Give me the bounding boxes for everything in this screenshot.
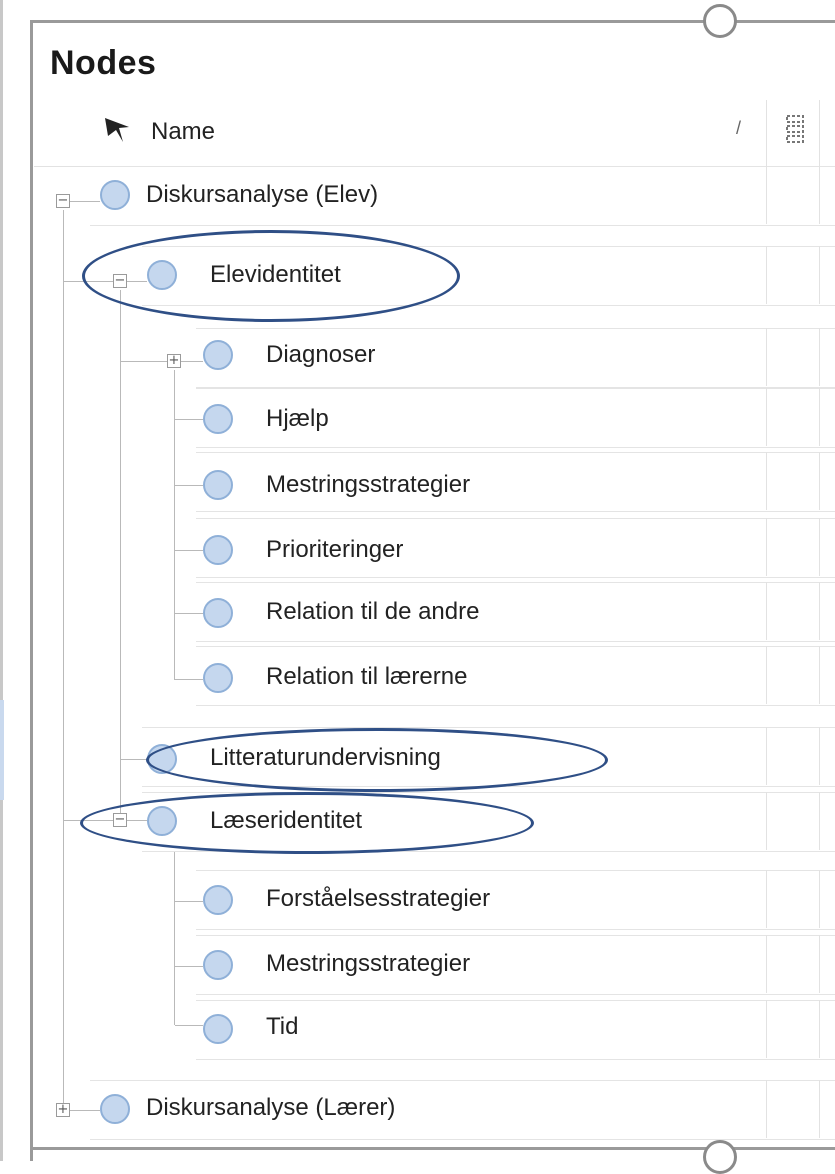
node-icon bbox=[147, 806, 177, 836]
node-icon bbox=[100, 1094, 130, 1124]
tree-line bbox=[174, 835, 175, 1025]
node-icon bbox=[100, 180, 130, 210]
collapse-icon[interactable]: − bbox=[113, 274, 127, 288]
tree-line bbox=[63, 210, 64, 1110]
tree-item-label: Forståelsesstrategier bbox=[266, 885, 491, 912]
node-icon bbox=[203, 598, 233, 628]
node-icon bbox=[203, 340, 233, 370]
column-header: Name / bbox=[34, 100, 835, 167]
pin-icon[interactable] bbox=[102, 114, 132, 144]
tree-item-label: Diagnoser bbox=[266, 341, 376, 368]
tree-item-label: Mestringsstrategier bbox=[266, 950, 471, 977]
tree-line bbox=[174, 370, 175, 680]
tree-item-label: Litteraturundervisning bbox=[210, 744, 441, 771]
node-icon bbox=[203, 404, 233, 434]
node-icon bbox=[203, 663, 233, 693]
nodes-panel: Nodes Name / − Diskursanalyse (Elev) − E… bbox=[0, 0, 835, 1174]
node-icon bbox=[147, 744, 177, 774]
tree-item-label: Elevidentitet bbox=[210, 261, 341, 288]
name-column-header[interactable]: Name bbox=[151, 117, 215, 147]
expand-icon[interactable]: + bbox=[56, 1103, 70, 1117]
expand-icon[interactable]: + bbox=[167, 354, 181, 368]
files-icon[interactable] bbox=[784, 114, 806, 150]
panel-left-border bbox=[30, 20, 33, 1161]
collapse-icon[interactable]: − bbox=[56, 194, 70, 208]
splitter-left-edge[interactable] bbox=[0, 0, 3, 1161]
node-icon bbox=[203, 1014, 233, 1044]
tree-item-label: Tid bbox=[266, 1013, 299, 1040]
node-icon bbox=[203, 885, 233, 915]
tree-item-label: Relation til lærerne bbox=[266, 663, 468, 690]
tree-item-label: Diskursanalyse (Lærer) bbox=[146, 1094, 396, 1121]
tree-item-label: Prioriteringer bbox=[266, 536, 404, 563]
collapse-icon[interactable]: − bbox=[113, 813, 127, 827]
tree-item-label: Diskursanalyse (Elev) bbox=[146, 181, 379, 208]
node-icon bbox=[203, 535, 233, 565]
tree-item-label: Læseridentitet bbox=[210, 807, 363, 834]
node-icon bbox=[203, 470, 233, 500]
tree-line bbox=[120, 290, 121, 820]
panel-title: Nodes bbox=[50, 44, 157, 82]
resize-handle-top[interactable] bbox=[703, 4, 737, 38]
resize-handle-bottom[interactable] bbox=[703, 1140, 737, 1174]
selection-marker bbox=[0, 700, 4, 800]
tree-item-label: Relation til de andre bbox=[266, 598, 480, 625]
sort-indicator: / bbox=[736, 118, 742, 138]
tree-item-label: Hjælp bbox=[266, 405, 329, 432]
node-icon bbox=[203, 950, 233, 980]
tree-item-label: Mestringsstrategier bbox=[266, 471, 471, 498]
node-icon bbox=[147, 260, 177, 290]
